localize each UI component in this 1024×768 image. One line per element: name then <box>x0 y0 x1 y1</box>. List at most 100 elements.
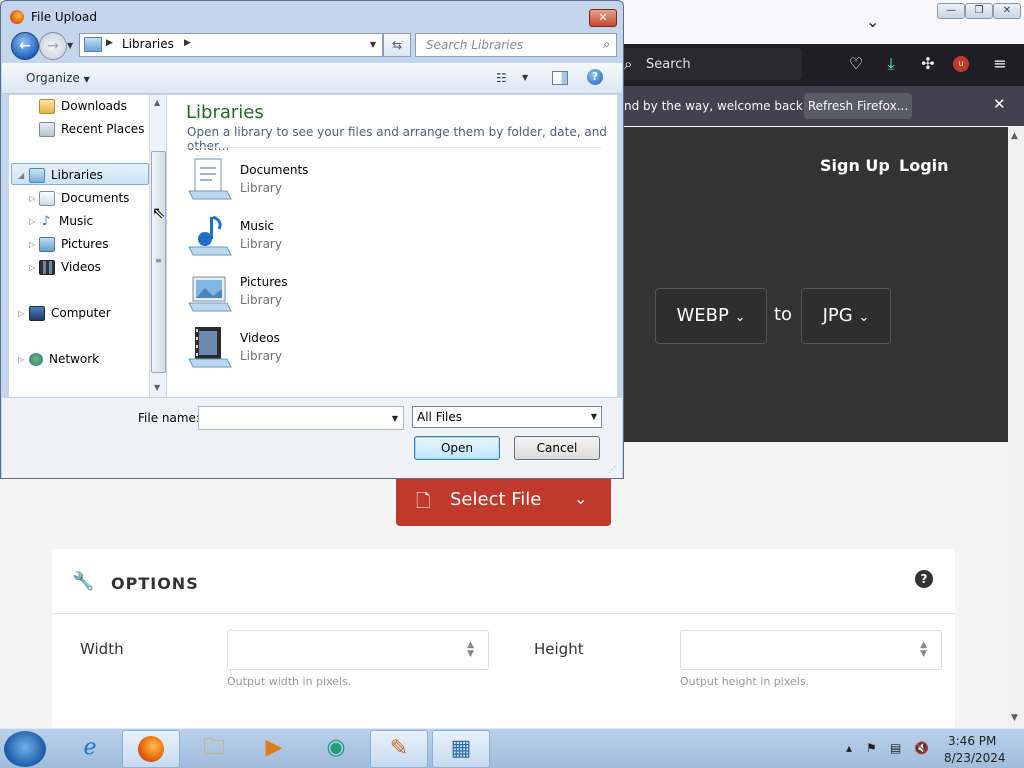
wrench-icon: 🔧 <box>72 571 95 592</box>
resize-grip-icon[interactable]: ⋰ <box>608 465 616 474</box>
paint-icon[interactable]: ✎ <box>370 730 428 768</box>
browser-search-box[interactable]: ⌕ Search <box>616 48 802 80</box>
app-icon[interactable]: ◉ <box>308 730 364 766</box>
content-pane: Libraries Open a library to see your fil… <box>167 95 617 397</box>
expand-arrow-icon[interactable]: ▷ <box>18 309 24 318</box>
scroll-up-icon[interactable]: ▲ <box>1011 131 1018 141</box>
options-card: 🔧 OPTIONS ? Width ▲ ▼ Output width in pix… <box>52 549 955 728</box>
close-icon[interactable]: ✕ <box>993 95 1006 113</box>
menu-icon[interactable]: ≡ <box>990 54 1010 73</box>
breadcrumb-arrow-icon[interactable]: ▶ <box>106 38 113 48</box>
show-hidden-icons-icon[interactable]: ▴ <box>846 741 852 755</box>
breadcrumb-libraries[interactable]: Libraries <box>122 37 174 51</box>
expand-arrow-icon[interactable]: ▷ <box>18 355 24 364</box>
tree-item-computer[interactable]: Computer <box>29 306 111 321</box>
tree-item-libraries[interactable]: Libraries <box>29 168 103 183</box>
dropdown-icon[interactable]: ▼ <box>392 414 398 423</box>
minimize-button[interactable]: — <box>937 3 965 19</box>
file-explorer-icon[interactable]: 🗀 <box>186 730 242 766</box>
network-status-icon[interactable]: ▤ <box>890 741 901 755</box>
start-button[interactable] <box>4 731 46 767</box>
scroll-down-icon[interactable]: ▼ <box>1011 713 1018 723</box>
extensions-icon[interactable]: ✣ <box>918 54 938 73</box>
expand-arrow-icon[interactable]: ▷ <box>29 263 35 272</box>
close-window-button[interactable]: ✕ <box>993 3 1021 19</box>
internet-explorer-icon[interactable]: ℯ <box>62 730 118 766</box>
list-tabs-chevron-icon[interactable]: ⌄ <box>866 12 879 31</box>
refresh-firefox-button[interactable]: Refresh Firefox... <box>804 93 912 119</box>
file-name-input[interactable]: ▼ <box>198 406 404 430</box>
cancel-button[interactable]: Cancel <box>514 436 600 460</box>
downloads-icon[interactable]: ⤓ <box>881 54 901 74</box>
expand-arrow-icon[interactable]: ▷ <box>29 217 35 226</box>
dialog-close-button[interactable]: ✕ <box>589 9 617 27</box>
tree-item-pictures[interactable]: Pictures <box>39 237 109 252</box>
media-player-icon[interactable]: ▶ <box>246 730 302 766</box>
signup-link[interactable]: Sign Up <box>820 156 890 175</box>
to-format-dropdown[interactable]: JPG ⌄ <box>801 288 891 344</box>
scroll-down-icon[interactable]: ▼ <box>154 383 160 392</box>
refresh-button[interactable]: ⇆ <box>383 33 411 57</box>
recent-locations-icon[interactable]: ▼ <box>67 41 73 50</box>
navigation-scrollbar[interactable]: ▲ ≡ ▼ <box>149 95 166 397</box>
address-bar[interactable]: ▶ Libraries ▶ ▼ <box>79 33 383 57</box>
library-type: Library <box>240 293 282 307</box>
width-input[interactable]: ▲ ▼ <box>227 630 489 670</box>
select-file-button[interactable]: 🗋 Select File ⌄ <box>396 476 611 526</box>
height-hint: Output height in pixels. <box>680 675 810 688</box>
pictures-icon <box>39 237 55 252</box>
search-icon[interactable]: ⌕ <box>603 37 610 52</box>
library-item-videos[interactable]: Videos Library <box>187 325 467 375</box>
clock-time[interactable]: 3:46 PM <box>948 734 996 748</box>
collapse-arrow-icon[interactable]: ◢ <box>18 171 24 180</box>
stepper-icon[interactable]: ▲ ▼ <box>467 641 474 659</box>
help-icon[interactable]: ? <box>587 69 603 85</box>
change-view-icon[interactable]: ☷ <box>496 71 507 85</box>
tree-item-documents[interactable]: Documents <box>39 191 129 206</box>
control-panel-icon[interactable]: ▦ <box>432 730 490 768</box>
restore-button[interactable]: ❐ <box>965 3 993 19</box>
height-input[interactable]: ▲ ▼ <box>680 630 942 670</box>
open-button[interactable]: Open <box>414 436 500 460</box>
view-dropdown-icon[interactable]: ▼ <box>522 73 528 82</box>
login-link[interactable]: Login <box>899 156 949 175</box>
expand-arrow-icon[interactable]: ▷ <box>29 194 35 203</box>
clock-date[interactable]: 8/23/2024 <box>944 751 1006 765</box>
file-add-icon: 🗋 <box>416 491 431 512</box>
preview-pane-icon[interactable] <box>552 71 568 85</box>
tree-item-network[interactable]: Network <box>29 352 99 366</box>
width-hint: Output width in pixels. <box>227 675 352 688</box>
library-item-documents[interactable]: Documents Library <box>187 157 467 207</box>
address-dropdown-icon[interactable]: ▼ <box>370 40 376 49</box>
mouse-cursor-icon: ⇖ <box>152 203 166 222</box>
action-center-flag-icon[interactable]: ⚑ <box>866 741 877 755</box>
expand-arrow-icon[interactable]: ▷ <box>29 240 35 249</box>
tree-item-recent-places[interactable]: Recent Places <box>39 122 144 137</box>
scroll-thumb[interactable]: ≡ <box>151 151 166 373</box>
tree-label: Computer <box>51 306 111 320</box>
dropdown-icon: ▼ <box>83 75 90 84</box>
pocket-icon[interactable]: ♡ <box>846 54 866 73</box>
file-type-select[interactable]: All Files ▼ <box>412 406 602 428</box>
forward-button[interactable]: → <box>39 32 67 60</box>
scroll-up-icon[interactable]: ▲ <box>154 98 160 107</box>
tree-item-downloads[interactable]: Downloads <box>39 99 127 114</box>
organize-menu[interactable]: Organize ▼ <box>26 71 90 85</box>
firefox-taskbar-button[interactable] <box>122 730 180 768</box>
page-scrollbar[interactable]: ▲ ▼ <box>1008 127 1024 728</box>
search-libraries-input[interactable]: Search Libraries ⌕ <box>415 33 617 57</box>
volume-muted-icon[interactable]: 🔇 <box>914 741 929 755</box>
from-format-dropdown[interactable]: WEBP ⌄ <box>655 288 767 344</box>
library-item-music[interactable]: Music Library <box>187 213 467 263</box>
breadcrumb-arrow-icon[interactable]: ▶ <box>184 38 191 48</box>
back-button[interactable]: ← <box>11 32 39 60</box>
ublock-icon[interactable]: u <box>953 56 969 72</box>
stepper-icon[interactable]: ▲ ▼ <box>920 641 927 659</box>
tree-item-videos[interactable]: Videos <box>39 260 101 275</box>
library-name: Music <box>240 219 275 233</box>
library-item-pictures[interactable]: Pictures Library <box>187 269 467 319</box>
tree-item-music[interactable]: ♪ Music <box>39 214 93 228</box>
libraries-folder-icon <box>84 37 102 52</box>
computer-icon <box>29 306 45 321</box>
help-icon[interactable]: ? <box>915 570 933 588</box>
